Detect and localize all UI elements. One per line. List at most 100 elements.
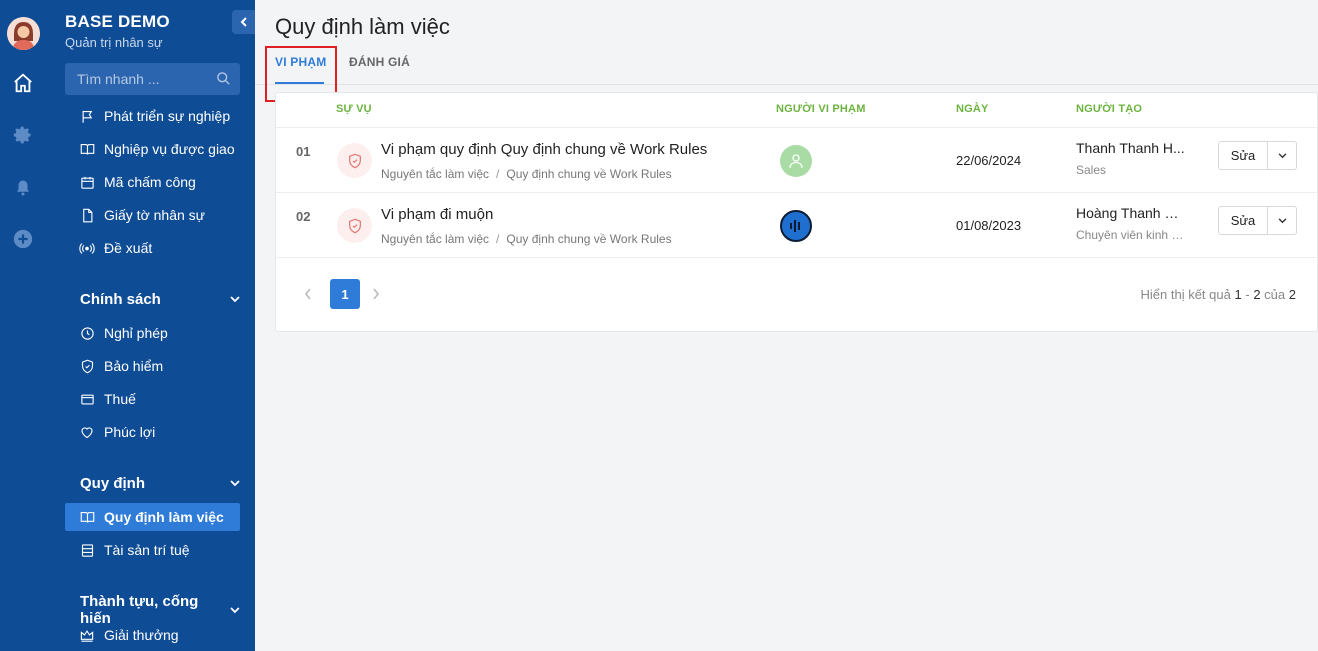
- section-title: Quy định: [80, 475, 145, 492]
- sidebar-item-work-rules[interactable]: Quy định làm việc: [65, 503, 240, 531]
- creator-role: Sales: [1076, 163, 1107, 177]
- edit-button[interactable]: Sửa: [1219, 142, 1268, 169]
- quick-search: [65, 63, 240, 95]
- sidebar-item-assigned-tasks[interactable]: Nghiệp vụ được giao: [65, 135, 240, 163]
- app-subtitle: Quản trị nhân sự: [65, 35, 163, 50]
- section-title: Chính sách: [80, 291, 161, 308]
- crown-icon: [79, 627, 95, 643]
- chevron-left-icon: [240, 17, 247, 27]
- result-prefix: Hiển thị kết quả: [1140, 287, 1231, 302]
- crumb-rule[interactable]: Quy định chung về Work Rules: [506, 232, 671, 246]
- tab-evaluations[interactable]: ĐÁNH GIÁ: [349, 55, 410, 69]
- sidebar: BASE DEMO Quản trị nhân sự Phát triển sự…: [46, 0, 255, 651]
- app-name: BASE DEMO: [65, 12, 170, 31]
- chevron-down-icon: [230, 480, 240, 487]
- database-icon: [79, 542, 95, 558]
- sidebar-item-proposals[interactable]: Đề xuất: [65, 234, 240, 262]
- bell-icon[interactable]: [11, 176, 35, 200]
- section-regulations[interactable]: Quy định: [80, 475, 240, 492]
- violation-breadcrumb: Nguyên tắc làm việc / Quy định chung về Wo…: [381, 232, 672, 246]
- result-summary: Hiển thị kết quả 1 - 2 của 2: [1141, 287, 1296, 302]
- gear-icon[interactable]: [11, 123, 35, 147]
- more-actions-button[interactable]: [1268, 207, 1296, 234]
- creator-role: Chuyên viên kinh d...: [1076, 228, 1186, 242]
- shield-icon: [79, 358, 95, 374]
- sidebar-item-career[interactable]: Phát triển sự nghiệp: [65, 102, 240, 130]
- more-actions-button[interactable]: [1268, 142, 1296, 169]
- clock-icon: [79, 325, 95, 341]
- sidebar-item-label: Giấy tờ nhân sự: [104, 207, 206, 223]
- heart-icon: [79, 424, 95, 440]
- crumb-category[interactable]: Nguyên tắc làm việc: [381, 232, 489, 246]
- sidebar-item-label: Giải thưởng: [104, 627, 179, 643]
- row-index: 01: [296, 144, 311, 159]
- crumb-separator: /: [496, 232, 500, 246]
- crumb-separator: /: [496, 167, 500, 181]
- sidebar-item-timekeeping-code[interactable]: Mã chấm công: [65, 168, 240, 196]
- sidebar-item-benefits[interactable]: Phúc lợi: [65, 418, 240, 446]
- sidebar-item-insurance[interactable]: Bảo hiểm: [65, 352, 240, 380]
- user-avatar[interactable]: [7, 17, 40, 50]
- sidebar-item-label: Nghiệp vụ được giao: [104, 141, 235, 157]
- chevron-down-icon: [1278, 152, 1286, 158]
- sidebar-item-label: Phát triển sự nghiệp: [104, 108, 231, 124]
- sidebar-item-hr-documents[interactable]: Giấy tờ nhân sự: [65, 201, 240, 229]
- receipt-icon: [79, 391, 95, 407]
- tab-bar: VI PHẠM ĐÁNH GIÁ: [255, 44, 1318, 85]
- result-to: 2: [1253, 287, 1261, 302]
- creator-name: Thanh Thanh H...: [1076, 140, 1185, 156]
- sidebar-item-tax[interactable]: Thuế: [65, 385, 240, 413]
- row-actions: Sửa: [1218, 141, 1297, 170]
- table-row[interactable]: 02 Vi phạm đi muộn Nguyên tắc làm việc / Q…: [276, 193, 1317, 258]
- sidebar-item-label: Quy định làm việc: [104, 509, 224, 525]
- result-dash: -: [1245, 287, 1250, 302]
- sidebar-item-label: Thuế: [104, 391, 136, 407]
- search-icon[interactable]: [216, 71, 231, 91]
- chevron-right-icon: [373, 288, 380, 300]
- add-circle-icon[interactable]: [11, 227, 35, 251]
- violation-title[interactable]: Vi phạm quy định Quy định chung về Work …: [381, 141, 707, 158]
- column-header-case: SỰ VỤ: [336, 103, 372, 115]
- chevron-down-icon: [230, 296, 240, 303]
- main-content: Quy định làm việc VI PHẠM ĐÁNH GIÁ SỰ VỤ…: [255, 0, 1318, 651]
- violator-avatar[interactable]: [780, 145, 812, 177]
- sidebar-item-awards[interactable]: Giải thưởng: [65, 621, 240, 649]
- sidebar-item-label: Mã chấm công: [104, 174, 196, 190]
- sidebar-item-leave[interactable]: Nghỉ phép: [65, 319, 240, 347]
- sidebar-item-label: Bảo hiểm: [104, 358, 164, 374]
- icon-rail: [0, 0, 46, 651]
- violation-title[interactable]: Vi phạm đi muộn: [381, 206, 493, 223]
- page-number-button[interactable]: 1: [330, 279, 360, 309]
- sidebar-item-label: Đề xuất: [104, 240, 153, 256]
- section-policies[interactable]: Chính sách: [80, 291, 240, 308]
- open-book-icon: [79, 509, 95, 525]
- home-icon[interactable]: [11, 71, 35, 95]
- previous-page-button[interactable]: [304, 287, 312, 305]
- violator-avatar[interactable]: [780, 210, 812, 242]
- crumb-category[interactable]: Nguyên tắc làm việc: [381, 167, 489, 181]
- book-icon: [79, 141, 95, 157]
- calendar-icon: [79, 174, 95, 190]
- column-header-violator: NGƯỜI VI PHẠM: [776, 103, 866, 115]
- chevron-left-icon: [304, 288, 311, 300]
- chevron-down-icon: [1278, 217, 1286, 223]
- page-title: Quy định làm việc: [275, 14, 450, 39]
- next-page-button[interactable]: [372, 287, 380, 305]
- collapse-sidebar-button[interactable]: [232, 10, 255, 34]
- table-row[interactable]: 01 Vi phạm quy định Quy định chung về Wo…: [276, 128, 1317, 193]
- sidebar-item-intellectual-property[interactable]: Tài sản trí tuệ: [65, 536, 240, 564]
- column-header-date: NGÀY: [956, 103, 989, 115]
- result-from: 1: [1234, 287, 1242, 302]
- violation-date: 22/06/2024: [956, 153, 1022, 168]
- result-of: của: [1264, 287, 1286, 302]
- row-index: 02: [296, 209, 311, 224]
- crumb-rule[interactable]: Quy định chung về Work Rules: [506, 167, 671, 181]
- edit-button[interactable]: Sửa: [1219, 207, 1268, 234]
- creator-name: Hoàng Thanh N...: [1076, 205, 1186, 221]
- violation-shield-icon: [337, 143, 372, 178]
- sidebar-item-label: Tài sản trí tuệ: [104, 542, 190, 558]
- quick-search-input[interactable]: [65, 63, 240, 95]
- result-total: 2: [1288, 287, 1296, 302]
- violations-table: SỰ VỤ NGƯỜI VI PHẠM NGÀY NGƯỜI TẠO 01 Vi…: [275, 92, 1318, 332]
- sidebar-item-label: Phúc lợi: [104, 424, 156, 440]
